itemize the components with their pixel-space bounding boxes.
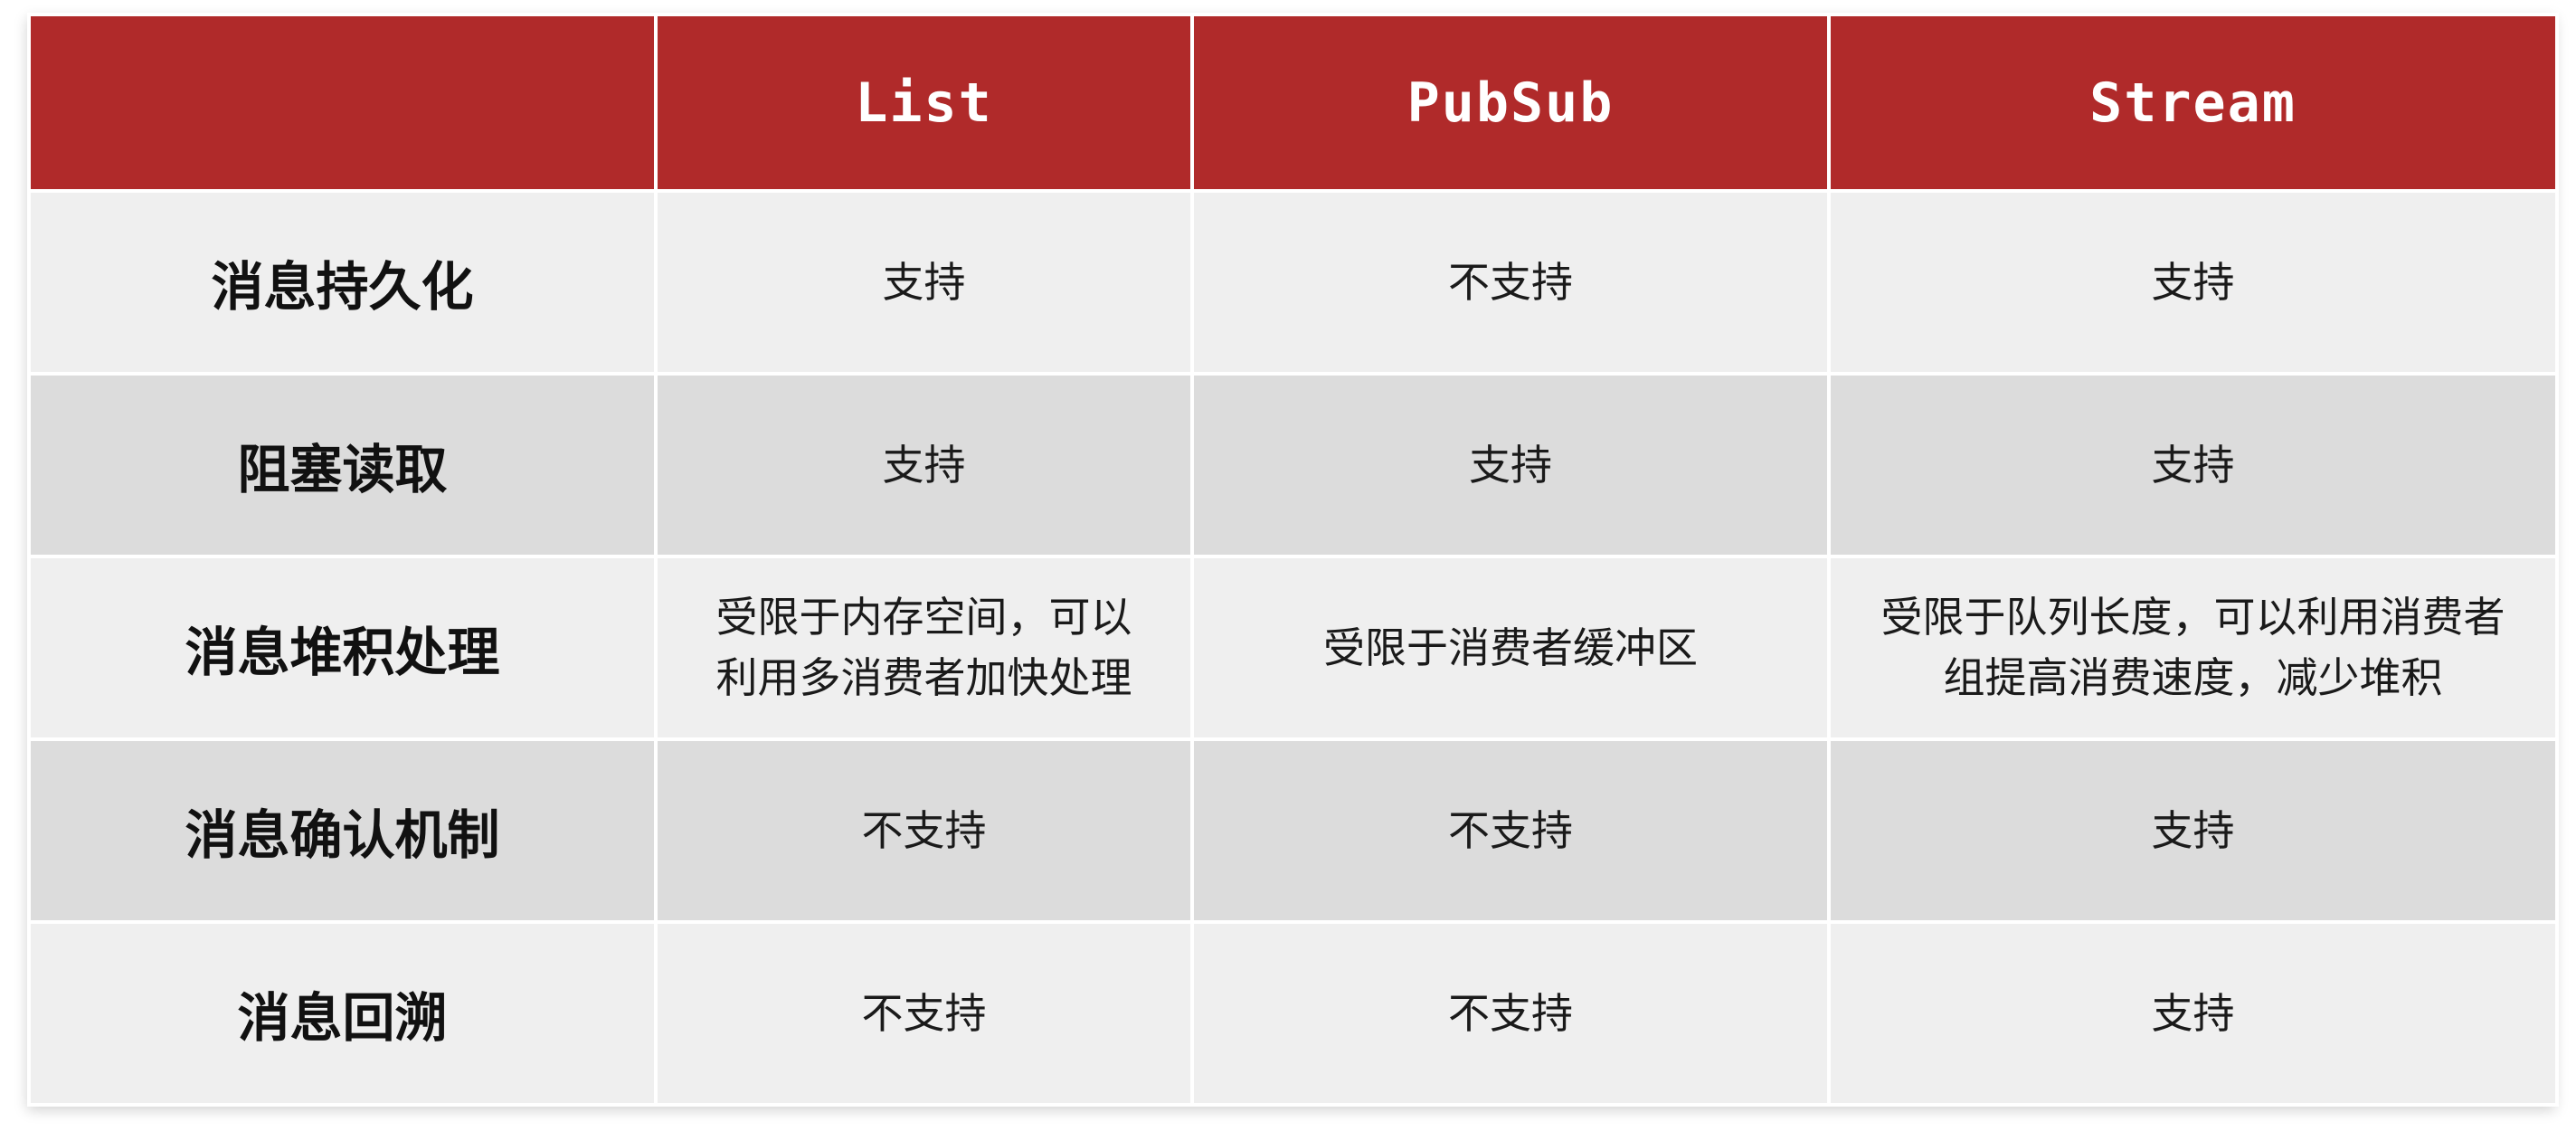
table-cell: 不支持 <box>654 737 1194 924</box>
header-pubsub: PubSub <box>1190 13 1831 193</box>
table-header-row: List PubSub Stream <box>27 13 2559 193</box>
cell-text: 受限于消费者缓冲区 <box>1323 623 1698 672</box>
cell-text: 支持 <box>2151 440 2235 490</box>
table-cell: 受限于消费者缓冲区 <box>1190 555 1831 741</box>
table-cell: 支持 <box>1827 372 2559 558</box>
table-cell: 支持 <box>654 372 1194 558</box>
comparison-table-container: List PubSub Stream 消息持久化 支持 不支持 支持 阻塞读取 … <box>27 13 2559 1107</box>
row-label: 消息确认机制 <box>27 737 658 924</box>
cell-text: 支持 <box>1469 440 1552 490</box>
cell-text: 不支持 <box>1448 988 1573 1038</box>
cell-text: 支持 <box>882 257 966 307</box>
table-cell: 不支持 <box>1190 189 1831 376</box>
table-cell: 支持 <box>1827 189 2559 376</box>
cell-text: 受限于内存空间，可以利用多消费者加快处理 <box>715 593 1132 702</box>
table-cell: 受限于内存空间，可以利用多消费者加快处理 <box>654 555 1194 741</box>
cell-text: 不支持 <box>861 805 987 855</box>
table-row: 消息确认机制 不支持 不支持 支持 <box>27 737 2559 924</box>
table-cell: 不支持 <box>1190 920 1831 1107</box>
table-cell: 受限于队列长度，可以利用消费者组提高消费速度，减少堆积 <box>1827 555 2559 741</box>
table-cell: 不支持 <box>654 920 1194 1107</box>
cell-text: 不支持 <box>861 988 987 1038</box>
row-label: 消息回溯 <box>27 920 658 1107</box>
table-cell: 支持 <box>654 189 1194 376</box>
header-stream: Stream <box>1827 13 2559 193</box>
row-label: 阻塞读取 <box>27 372 658 558</box>
table-row: 消息持久化 支持 不支持 支持 <box>27 189 2559 376</box>
cell-text: 受限于队列长度，可以利用消费者组提高消费速度，减少堆积 <box>1880 593 2505 702</box>
header-list: List <box>654 13 1194 193</box>
cell-text: 不支持 <box>1448 805 1573 855</box>
table-cell: 支持 <box>1827 920 2559 1107</box>
cell-text: 支持 <box>2151 257 2235 307</box>
table-row: 消息回溯 不支持 不支持 支持 <box>27 920 2559 1107</box>
table-row: 阻塞读取 支持 支持 支持 <box>27 372 2559 558</box>
cell-text: 支持 <box>882 440 966 490</box>
table-cell: 支持 <box>1190 372 1831 558</box>
row-label: 消息堆积处理 <box>27 555 658 741</box>
table-row: 消息堆积处理 受限于内存空间，可以利用多消费者加快处理 受限于消费者缓冲区 受限… <box>27 555 2559 741</box>
cell-text: 支持 <box>2151 805 2235 855</box>
header-corner-cell <box>27 13 658 193</box>
table-cell: 不支持 <box>1190 737 1831 924</box>
comparison-table: List PubSub Stream 消息持久化 支持 不支持 支持 阻塞读取 … <box>27 13 2559 1107</box>
cell-text: 不支持 <box>1448 257 1573 307</box>
table-cell: 支持 <box>1827 737 2559 924</box>
row-label: 消息持久化 <box>27 189 658 376</box>
cell-text: 支持 <box>2151 988 2235 1038</box>
